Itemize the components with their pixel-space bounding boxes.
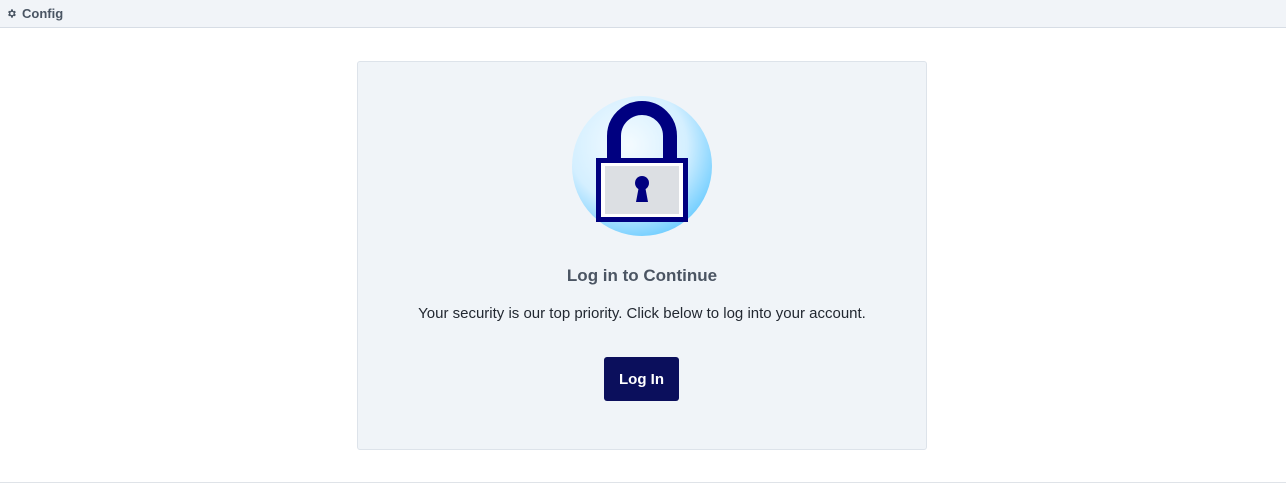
login-card: Log in to Continue Your security is our … [357, 61, 927, 450]
top-bar: Config [0, 0, 1286, 28]
gear-icon [6, 8, 17, 19]
card-description: Your security is our top priority. Click… [418, 305, 866, 322]
bottom-divider [0, 482, 1286, 483]
app-title: Config [22, 6, 64, 21]
padlock-icon [570, 94, 714, 238]
card-heading: Log in to Continue [566, 266, 718, 285]
login-button[interactable]: Log In [604, 357, 679, 401]
